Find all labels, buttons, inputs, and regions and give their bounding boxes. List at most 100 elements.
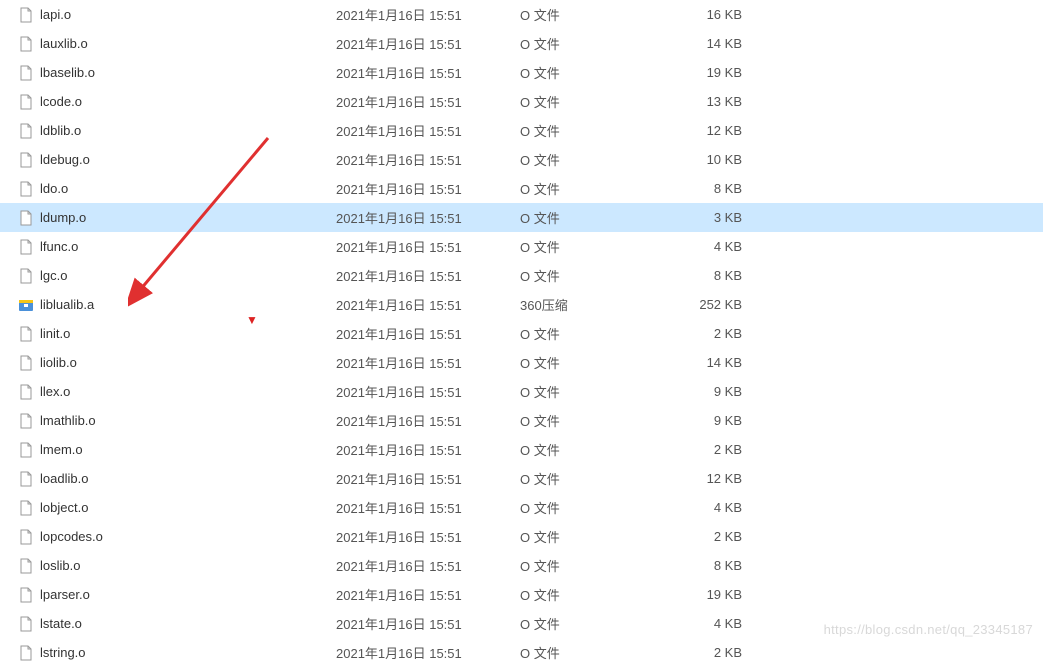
file-name-cell: lfunc.o	[18, 239, 336, 255]
file-icon	[18, 355, 34, 371]
file-row[interactable]: lapi.o2021年1月16日 15:51O 文件16 KB	[0, 0, 1043, 29]
file-size: 14 KB	[650, 36, 760, 51]
file-icon	[18, 210, 34, 226]
file-size: 8 KB	[650, 558, 760, 573]
file-date: 2021年1月16日 15:51	[336, 324, 520, 343]
file-name: linit.o	[40, 326, 70, 341]
file-name-cell: lauxlib.o	[18, 36, 336, 52]
file-row[interactable]: lbaselib.o2021年1月16日 15:51O 文件19 KB	[0, 58, 1043, 87]
file-icon	[18, 181, 34, 197]
file-name-cell: lparser.o	[18, 587, 336, 603]
file-icon	[18, 529, 34, 545]
file-date: 2021年1月16日 15:51	[336, 121, 520, 140]
file-icon	[18, 326, 34, 342]
file-name: ldump.o	[40, 210, 86, 225]
file-date: 2021年1月16日 15:51	[336, 5, 520, 24]
file-row[interactable]: lopcodes.o2021年1月16日 15:51O 文件2 KB	[0, 522, 1043, 551]
file-date: 2021年1月16日 15:51	[336, 643, 520, 662]
file-name-cell: lapi.o	[18, 7, 336, 23]
file-name: lcode.o	[40, 94, 82, 109]
file-size: 8 KB	[650, 181, 760, 196]
file-row[interactable]: liolib.o2021年1月16日 15:51O 文件14 KB	[0, 348, 1043, 377]
file-icon	[18, 384, 34, 400]
file-row[interactable]: lstring.o2021年1月16日 15:51O 文件2 KB	[0, 638, 1043, 667]
file-name: liolib.o	[40, 355, 77, 370]
file-row[interactable]: ldump.o 2021年1月16日 15:51O 文件3 KB	[0, 203, 1043, 232]
file-row[interactable]: lobject.o2021年1月16日 15:51O 文件4 KB	[0, 493, 1043, 522]
file-date: 2021年1月16日 15:51	[336, 63, 520, 82]
file-icon	[18, 558, 34, 574]
file-row[interactable]: linit.o 2021年1月16日 15:51O 文件2 KB	[0, 319, 1043, 348]
file-icon	[18, 500, 34, 516]
file-name: liblualib.a	[40, 297, 94, 312]
file-icon	[18, 616, 34, 632]
file-size: 3 KB	[650, 210, 760, 225]
file-size: 2 KB	[650, 645, 760, 660]
file-name-cell: lgc.o	[18, 268, 336, 284]
file-date: 2021年1月16日 15:51	[336, 411, 520, 430]
file-row[interactable]: liblualib.a2021年1月16日 15:51360压缩252 KB	[0, 290, 1043, 319]
file-name: lfunc.o	[40, 239, 78, 254]
file-row[interactable]: lstate.o2021年1月16日 15:51O 文件4 KB	[0, 609, 1043, 638]
file-icon	[18, 152, 34, 168]
file-name-cell: llex.o	[18, 384, 336, 400]
file-icon	[18, 268, 34, 284]
file-icon	[18, 65, 34, 81]
file-type: O 文件	[520, 237, 650, 256]
file-row[interactable]: lmathlib.o2021年1月16日 15:51O 文件9 KB	[0, 406, 1043, 435]
file-name: ldo.o	[40, 181, 68, 196]
file-name: lmathlib.o	[40, 413, 96, 428]
file-type: O 文件	[520, 208, 650, 227]
file-name-cell: lmem.o	[18, 442, 336, 458]
file-date: 2021年1月16日 15:51	[336, 469, 520, 488]
file-icon	[18, 442, 34, 458]
file-date: 2021年1月16日 15:51	[336, 440, 520, 459]
file-size: 9 KB	[650, 413, 760, 428]
file-type: O 文件	[520, 63, 650, 82]
file-type: O 文件	[520, 498, 650, 517]
file-row[interactable]: lmem.o2021年1月16日 15:51O 文件2 KB	[0, 435, 1043, 464]
file-date: 2021年1月16日 15:51	[336, 208, 520, 227]
file-list: lapi.o2021年1月16日 15:51O 文件16 KB lauxlib.o…	[0, 0, 1043, 667]
file-type: O 文件	[520, 266, 650, 285]
file-size: 12 KB	[650, 471, 760, 486]
file-name: lgc.o	[40, 268, 67, 283]
file-name: lbaselib.o	[40, 65, 95, 80]
file-icon	[18, 471, 34, 487]
file-size: 2 KB	[650, 326, 760, 341]
file-icon	[18, 94, 34, 110]
file-name-cell: lstring.o	[18, 645, 336, 661]
file-type: O 文件	[520, 92, 650, 111]
file-date: 2021年1月16日 15:51	[336, 34, 520, 53]
file-name-cell: lcode.o	[18, 94, 336, 110]
file-row[interactable]: llex.o2021年1月16日 15:51O 文件9 KB	[0, 377, 1043, 406]
file-name: llex.o	[40, 384, 70, 399]
file-date: 2021年1月16日 15:51	[336, 498, 520, 517]
file-date: 2021年1月16日 15:51	[336, 527, 520, 546]
file-name: lstate.o	[40, 616, 82, 631]
file-name: lauxlib.o	[40, 36, 88, 51]
file-row[interactable]: ldblib.o2021年1月16日 15:51O 文件12 KB	[0, 116, 1043, 145]
file-size: 252 KB	[650, 297, 760, 312]
file-row[interactable]: loslib.o2021年1月16日 15:51O 文件8 KB	[0, 551, 1043, 580]
file-row[interactable]: lcode.o2021年1月16日 15:51O 文件13 KB	[0, 87, 1043, 116]
file-size: 19 KB	[650, 587, 760, 602]
file-row[interactable]: lfunc.o2021年1月16日 15:51O 文件4 KB	[0, 232, 1043, 261]
file-icon	[18, 587, 34, 603]
file-row[interactable]: lparser.o2021年1月16日 15:51O 文件19 KB	[0, 580, 1043, 609]
file-name: ldblib.o	[40, 123, 81, 138]
file-row[interactable]: loadlib.o2021年1月16日 15:51O 文件12 KB	[0, 464, 1043, 493]
file-name: loadlib.o	[40, 471, 88, 486]
file-date: 2021年1月16日 15:51	[336, 150, 520, 169]
file-row[interactable]: lauxlib.o2021年1月16日 15:51O 文件14 KB	[0, 29, 1043, 58]
file-name-cell: lmathlib.o	[18, 413, 336, 429]
file-icon	[18, 7, 34, 23]
file-size: 2 KB	[650, 442, 760, 457]
file-date: 2021年1月16日 15:51	[336, 353, 520, 372]
file-name: ldebug.o	[40, 152, 90, 167]
file-type: O 文件	[520, 324, 650, 343]
file-row[interactable]: ldo.o2021年1月16日 15:51O 文件8 KB	[0, 174, 1043, 203]
file-row[interactable]: lgc.o2021年1月16日 15:51O 文件8 KB	[0, 261, 1043, 290]
file-type: O 文件	[520, 121, 650, 140]
file-row[interactable]: ldebug.o2021年1月16日 15:51O 文件10 KB	[0, 145, 1043, 174]
